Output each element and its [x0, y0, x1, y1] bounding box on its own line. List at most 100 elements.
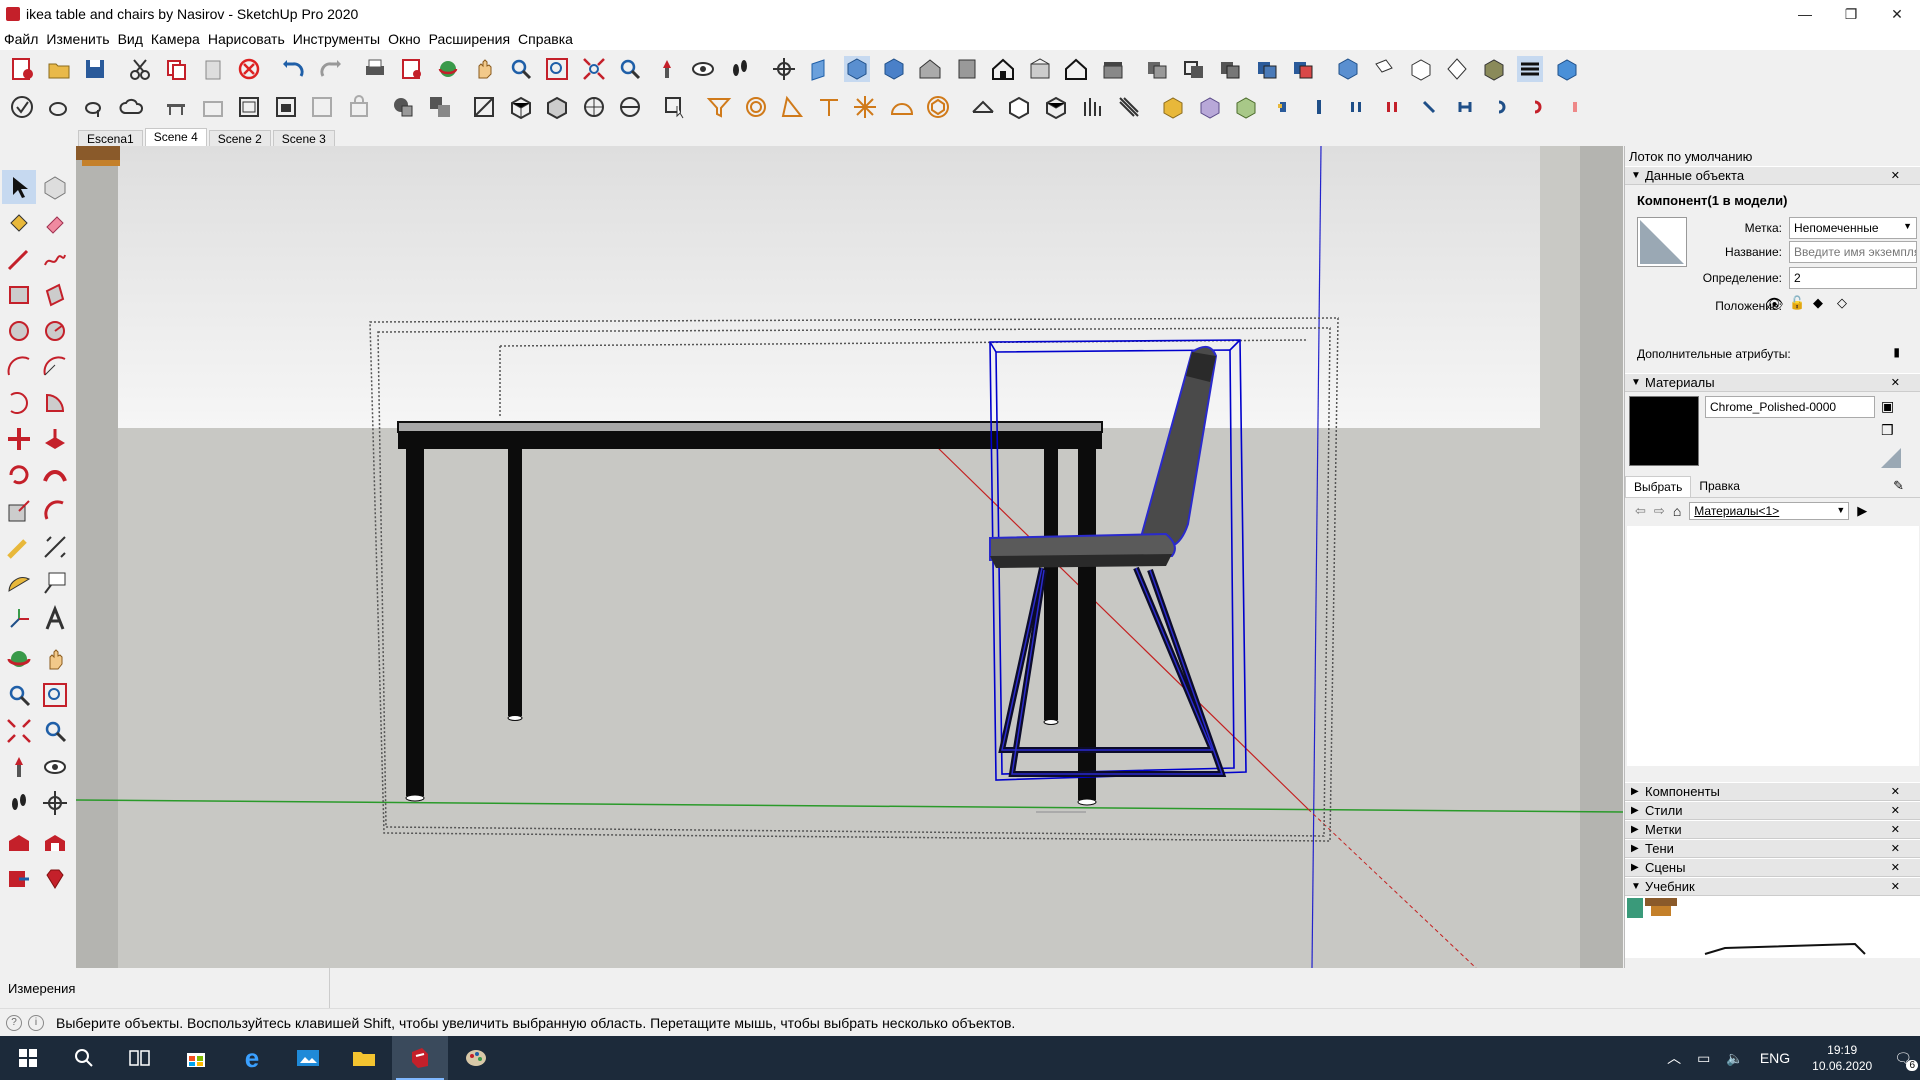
walk-tool-icon[interactable] [2, 786, 36, 820]
grass-icon[interactable] [1076, 91, 1108, 123]
xray-icon[interactable] [1141, 53, 1173, 85]
tool-i-icon[interactable] [1559, 91, 1591, 123]
top-view-icon[interactable] [878, 53, 910, 85]
eraser-icon[interactable] [38, 206, 72, 240]
styles-header[interactable]: ▶ Стили ✕ [1625, 801, 1920, 820]
rectangle-icon[interactable] [2, 278, 36, 312]
circle-icon[interactable] [2, 314, 36, 348]
notifications-icon[interactable]: 🗨 6 [1894, 1050, 1918, 1071]
search-icon[interactable] [56, 1036, 112, 1080]
minimize-button[interactable]: — [1782, 0, 1828, 28]
open-folder-icon[interactable] [43, 53, 75, 85]
close-panel-icon[interactable]: ✕ [1891, 804, 1900, 817]
select-cube-icon[interactable] [659, 91, 691, 123]
layers-active-icon[interactable] [1514, 53, 1546, 85]
file-explorer-icon[interactable] [336, 1036, 392, 1080]
solid-cube-icon[interactable] [468, 91, 500, 123]
position-camera-icon[interactable] [651, 53, 683, 85]
scale-icon[interactable] [2, 494, 36, 528]
unlock-icon[interactable]: 🔓 [1789, 295, 1809, 313]
eyedropper-icon[interactable]: ✎ [1893, 478, 1904, 494]
cut-icon[interactable] [124, 53, 156, 85]
definition-input[interactable]: 2 [1789, 267, 1917, 289]
menu-help[interactable]: Справка [514, 31, 577, 47]
zoom-extents-icon[interactable] [578, 53, 610, 85]
tool-c-icon[interactable] [1340, 91, 1372, 123]
house-view-icon[interactable] [1097, 53, 1129, 85]
collection-dropdown[interactable]: Материалы<1> ▼ [1689, 502, 1850, 520]
menu-extensions[interactable]: Расширения [425, 31, 514, 47]
green-cube-icon[interactable] [1230, 91, 1262, 123]
pan-hand-icon[interactable] [468, 53, 500, 85]
paint-bucket-icon[interactable] [2, 206, 36, 240]
scene-tab-scene-3[interactable]: Scene 3 [272, 130, 335, 146]
close-panel-icon[interactable]: ✕ [1891, 169, 1900, 182]
photos-app-icon[interactable] [280, 1036, 336, 1080]
close-button[interactable]: ✕ [1874, 0, 1920, 28]
close-panel-icon[interactable]: ✕ [1891, 880, 1900, 893]
visibility-eye-icon[interactable]: 👁 [1765, 295, 1785, 313]
front-view-icon[interactable] [914, 53, 946, 85]
tag-dropdown[interactable]: Непомеченные ▼ [1789, 217, 1917, 239]
geo-location-icon[interactable]: ? [6, 1014, 22, 1031]
volume-icon[interactable]: 🔈 [1726, 1050, 1743, 1067]
check-circle-icon[interactable] [6, 91, 38, 123]
edge-browser-icon[interactable]: e [224, 1036, 280, 1080]
two-point-arc-icon[interactable] [38, 350, 72, 384]
window-icon[interactable] [233, 91, 265, 123]
paint-app-icon[interactable] [448, 1036, 504, 1080]
sample-paint-icon[interactable] [1879, 446, 1903, 470]
scene-tab-escena1[interactable]: Escena1 [78, 130, 143, 146]
entity-info-header[interactable]: ▼ Данные объекта ✕ [1625, 166, 1920, 185]
dimension-icon[interactable] [38, 530, 72, 564]
pan-tool-icon[interactable] [38, 642, 72, 676]
hidden-line-icon[interactable] [1251, 53, 1283, 85]
scene-tab-scene-2[interactable]: Scene 2 [208, 130, 271, 146]
save-icon[interactable] [79, 53, 111, 85]
tool-b-icon[interactable] [1303, 91, 1335, 123]
details-arrow-icon[interactable]: ▶ [1857, 503, 1867, 519]
diamond-icon[interactable] [1441, 53, 1473, 85]
tags-header[interactable]: ▶ Метки ✕ [1625, 820, 1920, 839]
sphere-icon[interactable] [578, 91, 610, 123]
iso-view-icon[interactable] [841, 53, 873, 85]
forward-arrow-icon[interactable]: ⇨ [1654, 503, 1665, 519]
zoom-window-icon[interactable] [541, 53, 573, 85]
3d-text-icon[interactable] [38, 602, 72, 636]
sphere-half-icon[interactable] [614, 91, 646, 123]
table-icon[interactable] [160, 91, 192, 123]
polygon-icon[interactable] [38, 314, 72, 348]
lock-box-icon[interactable] [343, 91, 375, 123]
section-plane-icon[interactable] [805, 53, 837, 85]
orange-hex-icon[interactable] [922, 91, 954, 123]
warehouse-icon[interactable] [2, 826, 36, 860]
tool-f-icon[interactable] [1449, 91, 1481, 123]
copy-icon[interactable] [160, 53, 192, 85]
tape-measure-icon[interactable] [2, 530, 36, 564]
cube-solid-icon[interactable] [541, 91, 573, 123]
select-arrow-icon[interactable] [2, 170, 36, 204]
menu-tools[interactable]: Инструменты [289, 31, 384, 47]
menu-camera[interactable]: Камера [147, 31, 204, 47]
undo-icon[interactable] [278, 53, 310, 85]
erase-circle-icon[interactable] [233, 53, 265, 85]
close-panel-icon[interactable]: ✕ [1891, 376, 1900, 389]
back-arrow-icon[interactable]: ⇦ [1635, 503, 1646, 519]
receive-shadows-icon[interactable]: ◆ [1813, 295, 1833, 313]
cast-shadows-icon[interactable]: ◇ [1837, 295, 1857, 313]
zoom-window-tool-icon[interactable] [38, 678, 72, 712]
close-panel-icon[interactable]: ✕ [1891, 785, 1900, 798]
rotate-icon[interactable] [2, 458, 36, 492]
shaded-icon[interactable] [1287, 53, 1319, 85]
redo-icon[interactable] [314, 53, 346, 85]
menu-draw[interactable]: Нарисовать [204, 31, 289, 47]
axes-tool-icon[interactable] [2, 602, 36, 636]
back-edges-icon[interactable] [1178, 53, 1210, 85]
new-file-icon[interactable] [6, 53, 38, 85]
scene-tab-scene-4[interactable]: Scene 4 [144, 128, 207, 146]
material-swatch[interactable] [1629, 396, 1699, 466]
three-point-arc-icon[interactable] [2, 386, 36, 420]
info-icon[interactable]: i [28, 1014, 44, 1031]
box-3d-alt-icon[interactable] [1040, 91, 1072, 123]
dome-icon[interactable] [886, 91, 918, 123]
